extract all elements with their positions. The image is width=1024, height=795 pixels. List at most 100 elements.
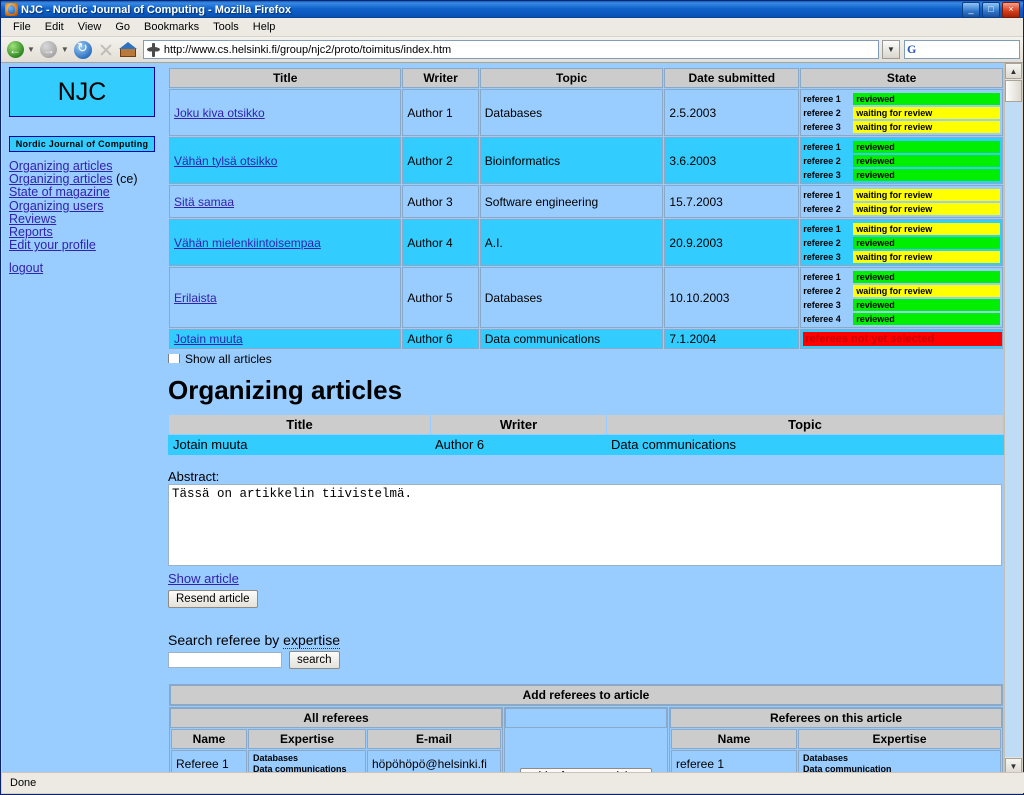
search-bar[interactable]: G [904,40,1020,59]
status-badge: waiting for review [853,250,1000,263]
articles-table-header-row: Title Writer Topic Date submitted State [169,68,1003,88]
sidebar-item-logout: logout [9,262,161,275]
table-row[interactable]: Sitä samaa Author 3 Software engineering 15… [169,185,1003,218]
all-col-name: Name [171,729,247,749]
referee-state-row: referee 3 reviewed [803,168,1000,181]
all-col-email: E-mail [367,729,501,749]
search-button[interactable]: search [289,651,340,669]
forward-dropdown-icon[interactable]: ▼ [61,45,69,54]
google-icon: G [907,42,917,56]
selected-article-header-row: Title Writer Topic [168,414,1004,435]
status-badge: waiting for review [853,284,1000,297]
article-title-cell: Jotain muuta [169,329,402,349]
sidebar-link-logout[interactable]: logout [9,262,43,275]
referee-label: referee 2 [803,203,841,214]
selected-article-row[interactable]: Jotain muuta Author 6 Data communication… [168,434,1004,455]
status-badge: reviewed [853,312,1000,325]
referees-on-article-table: Name Expertise referee 1 Databases Data … [670,728,1002,774]
transfer-spacer [505,708,667,728]
article-date-cell: 7.1.2004 [664,329,800,349]
table-row[interactable]: Erilaista Author 5 Databases 10.10.2003 refe… [169,267,1003,328]
all-referee-row-1[interactable]: Referee 1 Databases Data communications … [171,750,501,774]
referee-label: referee 3 [803,169,841,180]
article-title-link[interactable]: Jotain muuta [174,332,243,346]
article-title-link[interactable]: Vähän mielenkiintoisempaa [174,236,321,250]
sidebar-suffix-ce: (ce) [112,172,138,187]
abstract-textarea[interactable]: Tässä on artikkelin tiivistelmä. [168,484,1002,566]
article-title-link[interactable]: Erilaista [174,291,217,305]
search-referee-section: Search referee by expertise search [168,632,1004,669]
close-button[interactable]: × [1002,1,1020,18]
restore-button[interactable]: □ [982,1,1000,18]
abstract-label: Abstract: [168,469,220,484]
url-dropdown-button[interactable]: ▼ [882,40,900,59]
all-col-expertise: Expertise [248,729,366,749]
browser-window: NJC - Nordic Journal of Computing - Mozi… [0,0,1024,795]
url-text: http://www.cs.helsinki.fi/group/njc2/pro… [163,43,452,56]
scroll-trough[interactable] [1005,102,1022,757]
referee-state-row: referee 2 waiting for review [803,202,1000,215]
status-badge: reviewed [853,298,1000,311]
on-col-name: Name [671,729,797,749]
menu-view[interactable]: View [72,20,108,34]
selected-article-table: Title Writer Topic Jotain muuta Author 6… [168,414,1004,455]
forward-button[interactable]: → [38,39,60,60]
minimize-button[interactable]: _ [962,1,980,18]
article-writer-cell: Author 3 [402,185,479,218]
articles-table-body: Joku kiva otsikko Author 1 Databases 2.5.20… [169,89,1003,349]
article-state-cell: referee 1 reviewed referee 2 waiting for re… [800,89,1003,136]
menu-bookmarks[interactable]: Bookmarks [138,20,205,34]
menu-file[interactable]: File [7,20,37,34]
status-badge: waiting for review [853,188,1000,201]
stop-button[interactable] [95,39,117,60]
selected-article-writer: Author 6 [430,434,607,455]
article-title-link[interactable]: Joku kiva otsikko [174,106,265,120]
menu-edit[interactable]: Edit [39,20,70,34]
article-date-cell: 10.10.2003 [664,267,800,328]
table-row[interactable]: Vähän mielenkiintoisempaa Author 4 A.I. 20.… [169,219,1003,266]
reload-button[interactable] [72,39,94,60]
on-article-header-row: Name Expertise [671,729,1001,749]
menu-go[interactable]: Go [109,20,136,34]
page-viewport: NJC Nordic Journal of Computing Organizi… [2,63,1006,774]
sidebar-link-organizing-users[interactable]: Organizing users [9,199,104,213]
article-writer-cell: Author 4 [402,219,479,266]
article-state-cell: referees not yet selected [800,329,1003,349]
on-article-row-1[interactable]: referee 1 Databases Data communication [671,750,1001,774]
menu-help[interactable]: Help [247,20,282,34]
article-writer-cell: Author 6 [402,329,479,349]
search-referee-input[interactable] [168,652,282,668]
article-title-cell: Erilaista [169,267,402,328]
show-all-articles-checkbox[interactable] [168,354,180,363]
expertise-link[interactable]: expertise [283,632,340,649]
status-badge: waiting for review [853,120,1000,133]
back-button[interactable]: ← [4,39,26,60]
njc-logo: NJC [9,67,155,117]
scroll-up-button[interactable]: ▲ [1005,63,1022,79]
back-dropdown-icon[interactable]: ▼ [27,45,35,54]
article-date-cell: 20.9.2003 [664,219,800,266]
referee-state-row: referee 1 waiting for review [803,188,1000,201]
expertise-line: Databases [803,753,849,763]
search-referee-label: Search referee by expertise [168,632,1004,649]
sidebar-link-state-of-magazine[interactable]: State of magazine [9,186,110,199]
url-bar[interactable]: http://www.cs.helsinki.fi/group/njc2/pro… [142,40,879,59]
home-button[interactable] [118,39,140,60]
search-referee-row: search [168,651,1004,669]
table-row[interactable]: Joku kiva otsikko Author 1 Databases 2.5.20… [169,89,1003,136]
menu-tools[interactable]: Tools [207,20,245,34]
page-scrollbar[interactable]: ▲ ▼ [1004,63,1022,774]
resend-article-button[interactable]: Resend article [168,590,258,608]
show-article-link[interactable]: Show article [168,571,239,586]
article-title-link[interactable]: Sitä samaa [174,195,234,209]
article-title-cell: Vähän tylsä otsikko [169,137,402,184]
table-row[interactable]: Jotain muuta Author 6 Data communications 7… [169,329,1003,349]
sidebar-link-edit-profile[interactable]: Edit your profile [9,239,96,252]
window-buttons: _ □ × [962,1,1020,18]
referee-label: referee 4 [803,313,841,324]
scroll-thumb[interactable] [1005,80,1022,102]
article-title-link[interactable]: Vähän tylsä otsikko [174,154,277,168]
referee-label: referee 2 [803,107,841,118]
table-row[interactable]: Vähän tylsä otsikko Author 2 Bioinformatic… [169,137,1003,184]
all-referee-expertise-1: Databases Data communications [248,750,366,774]
